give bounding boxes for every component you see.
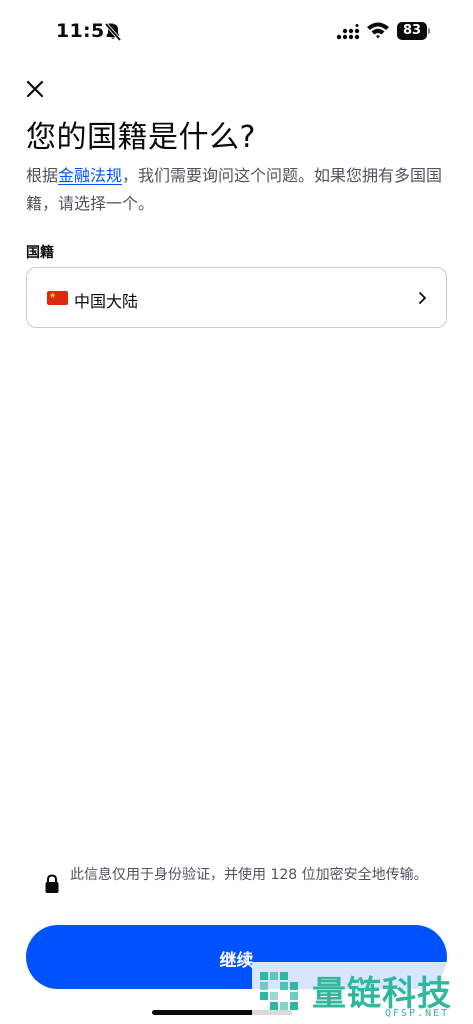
description-prefix: 根据 <box>26 166 59 185</box>
watermark: 量链科技 QFSP.NET <box>252 962 473 1024</box>
wifi-icon <box>367 22 389 39</box>
security-note-text: 此信息仅用于身份验证，并使用 128 位加密安全地传输。 <box>70 867 428 883</box>
nationality-value: 中国大陆 <box>74 292 139 311</box>
close-icon[interactable] <box>22 76 48 102</box>
page-title: 您的国籍是什么? <box>26 120 256 155</box>
china-flag-icon: ★ <box>47 291 68 305</box>
status-bar: 11:51 83 <box>0 0 473 64</box>
nationality-select[interactable]: ★ 中国大陆 <box>26 267 447 328</box>
watermark-logo <box>260 972 298 1010</box>
page-description: 根据金融法规，我们需要询问这个问题。如果您拥有多国国籍，请选择一个。 <box>26 162 446 218</box>
battery-cap <box>428 28 430 34</box>
bell-muted-icon <box>104 22 122 42</box>
nationality-label: 国籍 <box>26 245 54 261</box>
battery-level: 83 <box>397 22 427 40</box>
lock-icon <box>45 874 59 893</box>
financial-regulations-link[interactable]: 金融法规 <box>58 166 122 185</box>
cellular-signal-icon <box>336 24 360 40</box>
chevron-right-icon <box>419 292 426 304</box>
watermark-subtext: QFSP.NET <box>385 1008 450 1019</box>
battery-icon: 83 <box>397 22 431 40</box>
